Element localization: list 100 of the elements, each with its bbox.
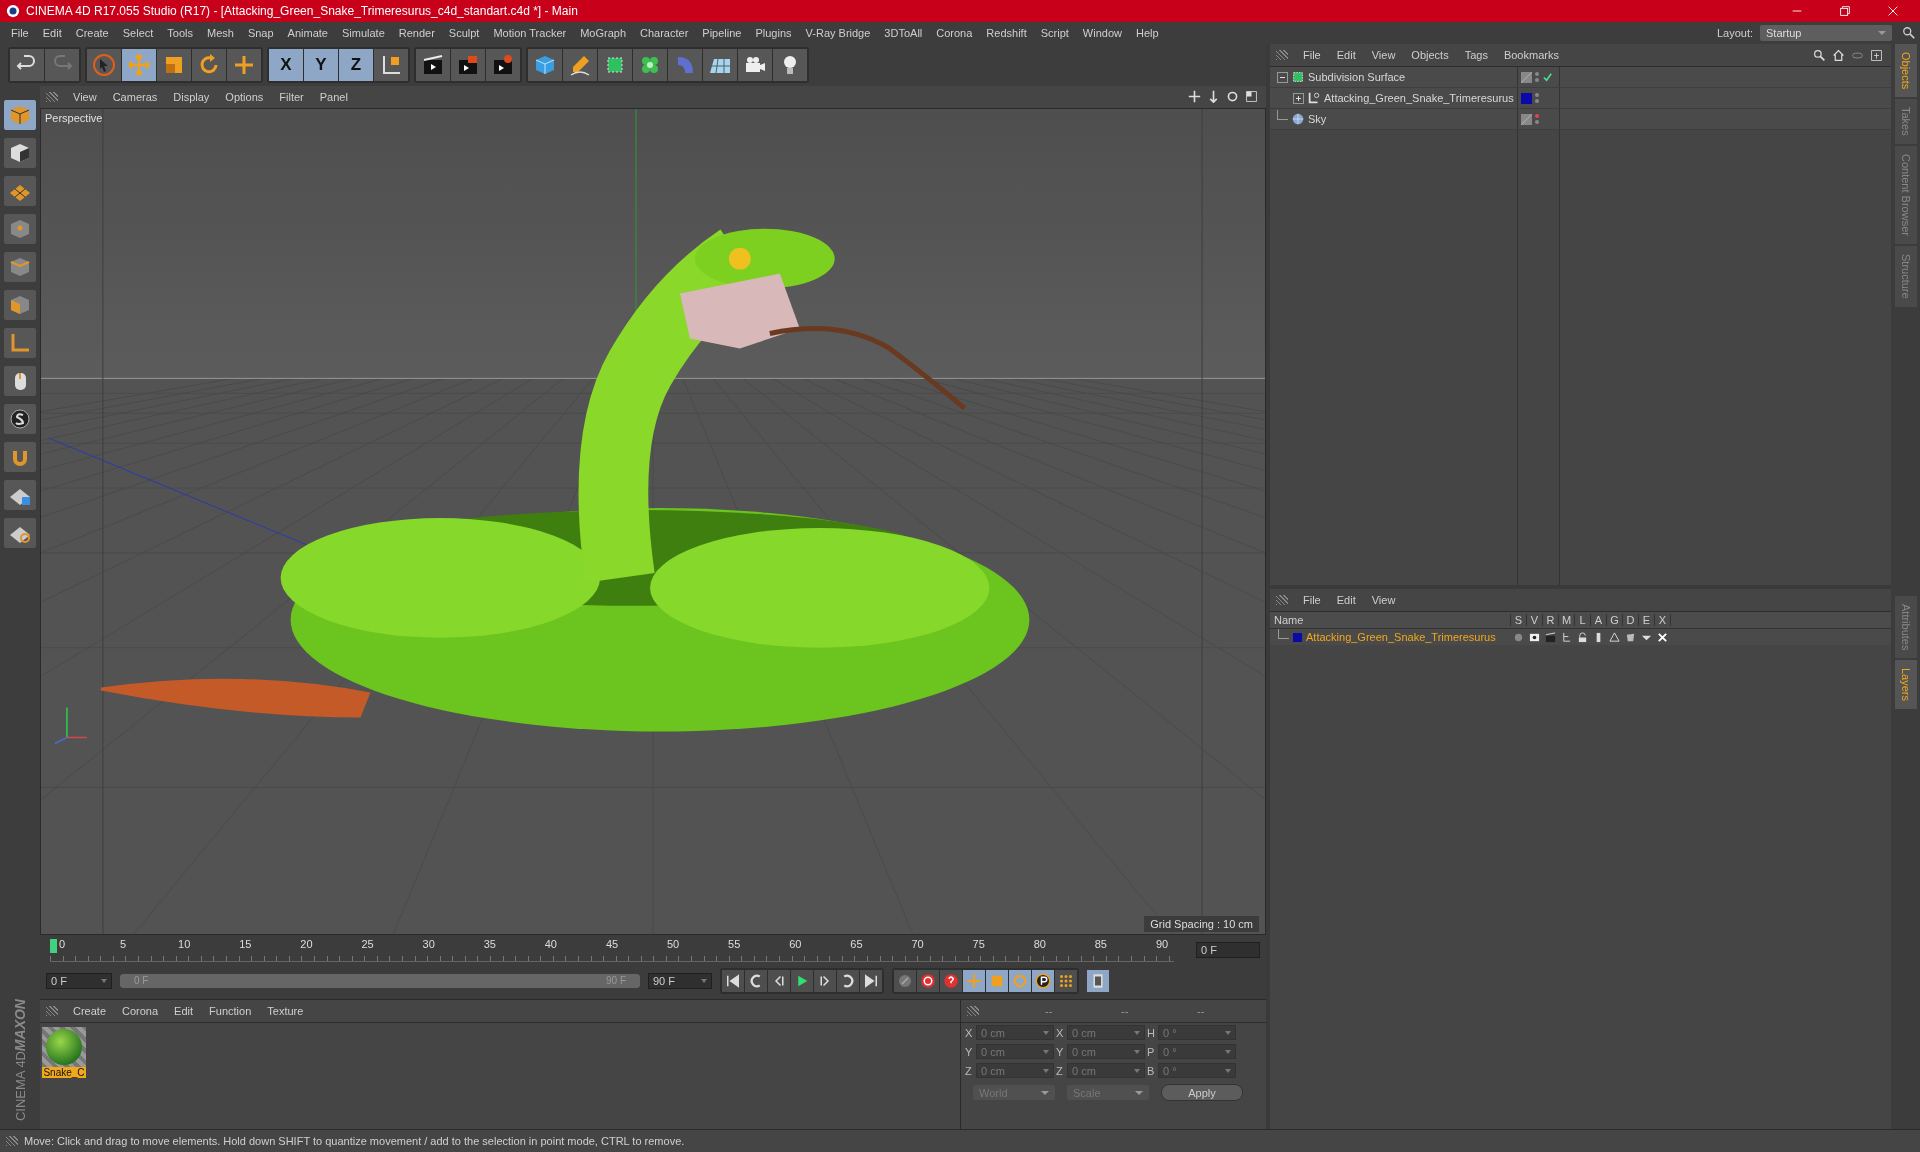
object-menu-item[interactable]: View bbox=[1364, 49, 1403, 61]
current-frame-field[interactable]: 0 F bbox=[1196, 941, 1260, 958]
timeline-window-icon[interactable] bbox=[1087, 969, 1109, 992]
object-name[interactable]: Sky bbox=[1308, 113, 1327, 125]
deformer-icon[interactable] bbox=[1624, 631, 1636, 643]
next-key-icon[interactable] bbox=[837, 969, 859, 992]
expand-toggle[interactable] bbox=[1293, 92, 1304, 104]
play-icon[interactable] bbox=[791, 969, 813, 992]
mouse-icon[interactable] bbox=[4, 366, 36, 396]
layer-color-swatch[interactable] bbox=[1293, 632, 1302, 642]
column-header[interactable]: E bbox=[1639, 614, 1655, 626]
panel-grip-icon[interactable] bbox=[46, 1006, 58, 1017]
panel-grip-icon[interactable] bbox=[967, 1006, 979, 1017]
menu-item[interactable]: Script bbox=[1033, 27, 1076, 39]
subdivision-icon[interactable] bbox=[598, 49, 632, 81]
record-icon[interactable] bbox=[917, 969, 939, 992]
viewport-menu-item[interactable]: View bbox=[66, 90, 104, 103]
axis-lock-button[interactable]: Z bbox=[339, 49, 373, 81]
edges-mode-icon[interactable] bbox=[4, 252, 36, 282]
menu-item[interactable]: Snap bbox=[240, 27, 281, 39]
menu-item[interactable]: Simulate bbox=[334, 27, 392, 39]
expand-toggle[interactable] bbox=[1277, 71, 1288, 83]
viewport[interactable]: Perspective Grid Spacing : 10 cm bbox=[40, 107, 1266, 935]
step-forward-icon[interactable] bbox=[814, 969, 836, 992]
side-tab[interactable]: Layers bbox=[1895, 659, 1917, 709]
object-menu-item[interactable]: Edit bbox=[1329, 49, 1363, 61]
column-header[interactable]: Name bbox=[1270, 614, 1511, 626]
column-header[interactable]: S bbox=[1511, 614, 1527, 626]
material-menu-item[interactable]: Edit bbox=[167, 1005, 201, 1018]
menu-item[interactable]: Character bbox=[633, 27, 696, 39]
layer-menu-item[interactable]: File bbox=[1296, 594, 1328, 606]
timeline-ruler[interactable]: 0 5 10 15 20 25 30 35 40 45 50 55 60 65 70 75 80 85 90 bbox=[50, 937, 1174, 963]
floor-icon[interactable] bbox=[703, 49, 737, 81]
panel-grip-icon[interactable] bbox=[6, 1136, 18, 1146]
pan-icon[interactable] bbox=[1188, 90, 1201, 104]
viewport-menu-item[interactable]: Filter bbox=[272, 90, 311, 103]
object-menu-item[interactable]: Tags bbox=[1457, 49, 1495, 61]
column-header[interactable]: A bbox=[1591, 614, 1607, 626]
visibility-dots[interactable] bbox=[1535, 72, 1539, 82]
column-header[interactable]: M bbox=[1559, 614, 1575, 626]
menu-item[interactable]: Edit bbox=[35, 27, 69, 39]
layer-menu-item[interactable]: View bbox=[1364, 594, 1403, 606]
viewport-menu-item[interactable]: Cameras bbox=[105, 90, 165, 103]
close-icon[interactable] bbox=[1886, 4, 1900, 18]
menu-item[interactable]: V-Ray Bridge bbox=[798, 27, 878, 39]
menu-item[interactable]: Create bbox=[68, 27, 116, 39]
undo-icon[interactable] bbox=[10, 49, 44, 81]
panel-grip-icon[interactable] bbox=[1276, 50, 1288, 60]
polygons-mode-icon[interactable] bbox=[4, 290, 36, 320]
layer-placeholder-icon[interactable] bbox=[1521, 113, 1532, 125]
move-cross-icon[interactable] bbox=[227, 49, 261, 81]
enabled-check-icon[interactable] bbox=[1542, 71, 1553, 83]
lock-icon[interactable] bbox=[1576, 631, 1588, 643]
cube-icon[interactable] bbox=[528, 49, 562, 81]
material-menu-item[interactable]: Function bbox=[202, 1005, 259, 1018]
column-header[interactable]: D bbox=[1623, 614, 1639, 626]
clapper-icon[interactable] bbox=[1544, 631, 1556, 643]
menu-item[interactable]: Mesh bbox=[200, 27, 241, 39]
layer-color-swatch[interactable] bbox=[1521, 92, 1532, 104]
menu-item[interactable]: Redshift bbox=[979, 27, 1034, 39]
material-preview[interactable] bbox=[42, 1027, 86, 1068]
orbit-icon[interactable] bbox=[1226, 90, 1239, 104]
render-view-icon[interactable] bbox=[416, 49, 450, 81]
menu-item[interactable]: Help bbox=[1128, 27, 1166, 39]
menu-item[interactable]: Window bbox=[1075, 27, 1129, 39]
search-icon[interactable] bbox=[1902, 26, 1916, 40]
object-name[interactable]: Attacking_Green_Snake_Trimeresurus bbox=[1324, 92, 1514, 104]
solo-dot-icon[interactable] bbox=[1512, 631, 1524, 643]
material-menu-item[interactable]: Create bbox=[66, 1005, 114, 1018]
visibility-dots[interactable] bbox=[1535, 114, 1539, 124]
rotate-icon[interactable] bbox=[192, 49, 226, 81]
step-back-icon[interactable] bbox=[768, 969, 790, 992]
coordinate-system-icon[interactable] bbox=[374, 49, 408, 81]
grid-rotate-icon[interactable] bbox=[4, 518, 36, 548]
axis-icon[interactable] bbox=[4, 328, 36, 358]
magnet-icon[interactable] bbox=[4, 442, 36, 472]
pen-icon[interactable] bbox=[563, 49, 597, 81]
column-header[interactable]: V bbox=[1527, 614, 1543, 626]
axis-lock-button[interactable]: Y bbox=[304, 49, 338, 81]
menu-item[interactable]: 3DToAll bbox=[877, 27, 930, 39]
previous-key-icon[interactable] bbox=[745, 969, 767, 992]
menu-item[interactable]: Plugins bbox=[748, 27, 799, 39]
workplane-icon[interactable] bbox=[4, 176, 36, 206]
home-icon[interactable] bbox=[1832, 48, 1845, 62]
hierarchy-icon[interactable] bbox=[1560, 631, 1572, 643]
key-scale-icon[interactable] bbox=[986, 969, 1008, 992]
texture-mode-icon[interactable] bbox=[4, 138, 36, 168]
xref-icon[interactable] bbox=[1656, 631, 1668, 643]
key-rotate-icon[interactable] bbox=[1009, 969, 1031, 992]
layout-dropdown[interactable]: Startup bbox=[1760, 25, 1892, 41]
menu-item[interactable]: MoGraph bbox=[573, 27, 634, 39]
menu-item[interactable]: File bbox=[4, 27, 36, 39]
side-tab[interactable]: Objects bbox=[1895, 44, 1917, 98]
object-name[interactable]: Subdivision Surface bbox=[1308, 71, 1406, 83]
scale-icon[interactable] bbox=[157, 49, 191, 81]
key-move-icon[interactable] bbox=[963, 969, 985, 992]
menu-item[interactable]: Pipeline bbox=[695, 27, 749, 39]
column-header[interactable]: L bbox=[1575, 614, 1591, 626]
camera-icon[interactable] bbox=[738, 49, 772, 81]
menu-item[interactable]: Sculpt bbox=[441, 27, 487, 39]
